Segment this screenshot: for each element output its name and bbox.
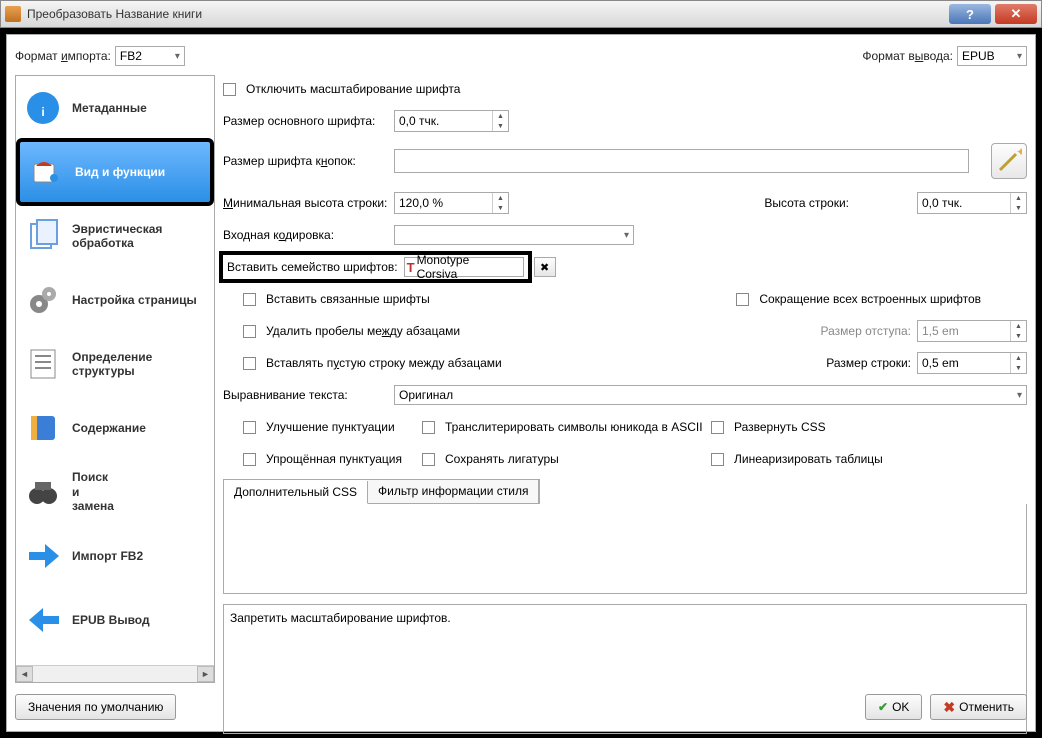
restore-defaults-button[interactable]: Значения по умолчанию <box>15 694 176 720</box>
wizard-button[interactable]: ✦ <box>991 143 1027 179</box>
paint-bucket-icon <box>27 153 65 191</box>
title-bar: Преобразовать Название книги ? ✕ <box>0 0 1042 28</box>
info-icon: i <box>24 89 62 127</box>
disable-font-scaling-checkbox[interactable] <box>223 83 236 96</box>
document-lines-icon <box>24 345 62 383</box>
pages-icon <box>24 217 62 255</box>
output-format-combo[interactable]: EPUB <box>957 46 1027 66</box>
sidebar-item-metadata[interactable]: i Метаданные <box>16 76 214 140</box>
font-tt-icon: T <box>407 260 415 275</box>
app-icon <box>5 6 21 22</box>
binoculars-icon <box>24 473 62 511</box>
indent-size-spinner: 1,5 em ▲▼ <box>917 320 1027 342</box>
tab-extra-css[interactable]: Дополнительный CSS <box>224 481 368 504</box>
subset-fonts-checkbox[interactable] <box>736 293 749 306</box>
line-size-spinner[interactable]: 0,5 em ▲▼ <box>917 352 1027 374</box>
cancel-button[interactable]: ✖Отменить <box>930 694 1027 720</box>
css-tabs: Дополнительный CSS Фильтр информации сти… <box>223 479 540 504</box>
base-font-size-label: Размер основного шрифта: <box>223 114 388 128</box>
arrow-right-icon <box>24 537 62 575</box>
clear-font-button[interactable]: ✖ <box>534 257 556 277</box>
insert-font-family-combo[interactable]: T Monotype Corsiva <box>404 257 524 277</box>
line-size-label: Размер строки: <box>826 356 911 370</box>
svg-text:i: i <box>41 105 44 119</box>
unwrap-css-checkbox[interactable] <box>711 421 724 434</box>
sidebar-hscrollbar[interactable]: ◄ ► <box>16 665 214 682</box>
linearize-tables-checkbox[interactable] <box>711 453 724 466</box>
linearize-tables-label: Линеаризировать таблицы <box>734 452 883 466</box>
cancel-icon: ✖ <box>943 699 955 716</box>
text-justify-combo[interactable]: Оригинал <box>394 385 1027 405</box>
insert-blank-line-label: Вставлять пустую строку между абзацами <box>266 356 502 370</box>
insert-blank-line-checkbox[interactable] <box>243 357 256 370</box>
sidebar-item-structure[interactable]: Определение структуры <box>16 332 214 396</box>
sidebar-item-toc[interactable]: Содержание <box>16 396 214 460</box>
insert-font-family-label: Вставить семейство шрифтов: <box>227 260 398 274</box>
button-font-size-label: Размер шрифта кнопок: <box>223 154 388 168</box>
sidebar-item-epub-output[interactable]: EPUB Вывод <box>16 588 214 652</box>
book-icon <box>24 409 62 447</box>
sidebar-item-page-setup[interactable]: Настройка страницы <box>16 268 214 332</box>
help-button[interactable]: ? <box>949 4 991 24</box>
improve-punctuation-checkbox[interactable] <box>243 421 256 434</box>
embed-linked-fonts-checkbox[interactable] <box>243 293 256 306</box>
transliterate-label: Транслитерировать символы юникода в ASCI… <box>445 420 705 434</box>
gears-icon <box>24 281 62 319</box>
arrow-left-icon <box>24 601 62 639</box>
remove-blank-label: Удалить пробелы между абзацами <box>266 324 460 338</box>
indent-size-label: Размер отступа: <box>821 324 912 338</box>
simplify-punctuation-label: Упрощённая пунктуация <box>266 452 416 466</box>
content-pane: Отключить масштабирование шрифта Размер … <box>223 75 1027 683</box>
insert-font-family-highlight: Вставить семейство шрифтов: T Monotype C… <box>223 255 528 279</box>
output-format-label: Формат вывода: <box>862 49 953 63</box>
unwrap-css-label: Развернуть CSS <box>734 420 826 434</box>
sidebar-item-heuristic[interactable]: Эвристическая обработка <box>16 204 214 268</box>
scroll-left-icon[interactable]: ◄ <box>16 666 33 682</box>
sidebar-item-look-and-feel[interactable]: Вид и функции <box>18 140 212 204</box>
import-format-label: Формат импорта: <box>15 49 111 63</box>
keep-ligatures-checkbox[interactable] <box>422 453 435 466</box>
extra-css-textarea[interactable] <box>223 504 1027 594</box>
remove-blank-checkbox[interactable] <box>243 325 256 338</box>
close-button[interactable]: ✕ <box>995 4 1037 24</box>
transliterate-checkbox[interactable] <box>422 421 435 434</box>
line-height-spinner[interactable]: 0,0 тчк. ▲▼ <box>917 192 1027 214</box>
text-justify-label: Выравнивание текста: <box>223 388 388 402</box>
input-encoding-combo[interactable] <box>394 225 634 245</box>
scroll-right-icon[interactable]: ► <box>197 666 214 682</box>
keep-ligatures-label: Сохранять лигатуры <box>445 452 705 466</box>
line-height-label: Высота строки: <box>749 196 849 210</box>
check-icon: ✔ <box>878 700 888 714</box>
embed-linked-fonts-label: Вставить связанные шрифты <box>266 292 430 306</box>
min-line-height-label: Минимальная высота строки: <box>223 196 388 210</box>
improve-punctuation-label: Улучшение пунктуации <box>266 420 416 434</box>
import-format-combo[interactable]: FB2 <box>115 46 185 66</box>
sidebar-item-search-replace[interactable]: Поиск и замена <box>16 460 214 524</box>
subset-fonts-label: Сокращение всех встроенных шрифтов <box>759 292 981 306</box>
window-title: Преобразовать Название книги <box>27 7 945 21</box>
min-line-height-spinner[interactable]: 120,0 % ▲▼ <box>394 192 509 214</box>
sidebar: i Метаданные Вид и функции <box>15 75 215 683</box>
simplify-punctuation-checkbox[interactable] <box>243 453 256 466</box>
sidebar-item-import-fb2[interactable]: Импорт FB2 <box>16 524 214 588</box>
ok-button[interactable]: ✔OK <box>865 694 922 720</box>
svg-text:✦: ✦ <box>1016 148 1022 159</box>
base-font-size-spinner[interactable]: 0,0 тчк. ▲▼ <box>394 110 509 132</box>
button-font-size-input[interactable] <box>394 149 969 173</box>
input-encoding-label: Входная кодировка: <box>223 228 388 242</box>
disable-font-scaling-label: Отключить масштабирование шрифта <box>246 82 460 96</box>
tab-style-filter[interactable]: Фильтр информации стиля <box>368 480 539 503</box>
